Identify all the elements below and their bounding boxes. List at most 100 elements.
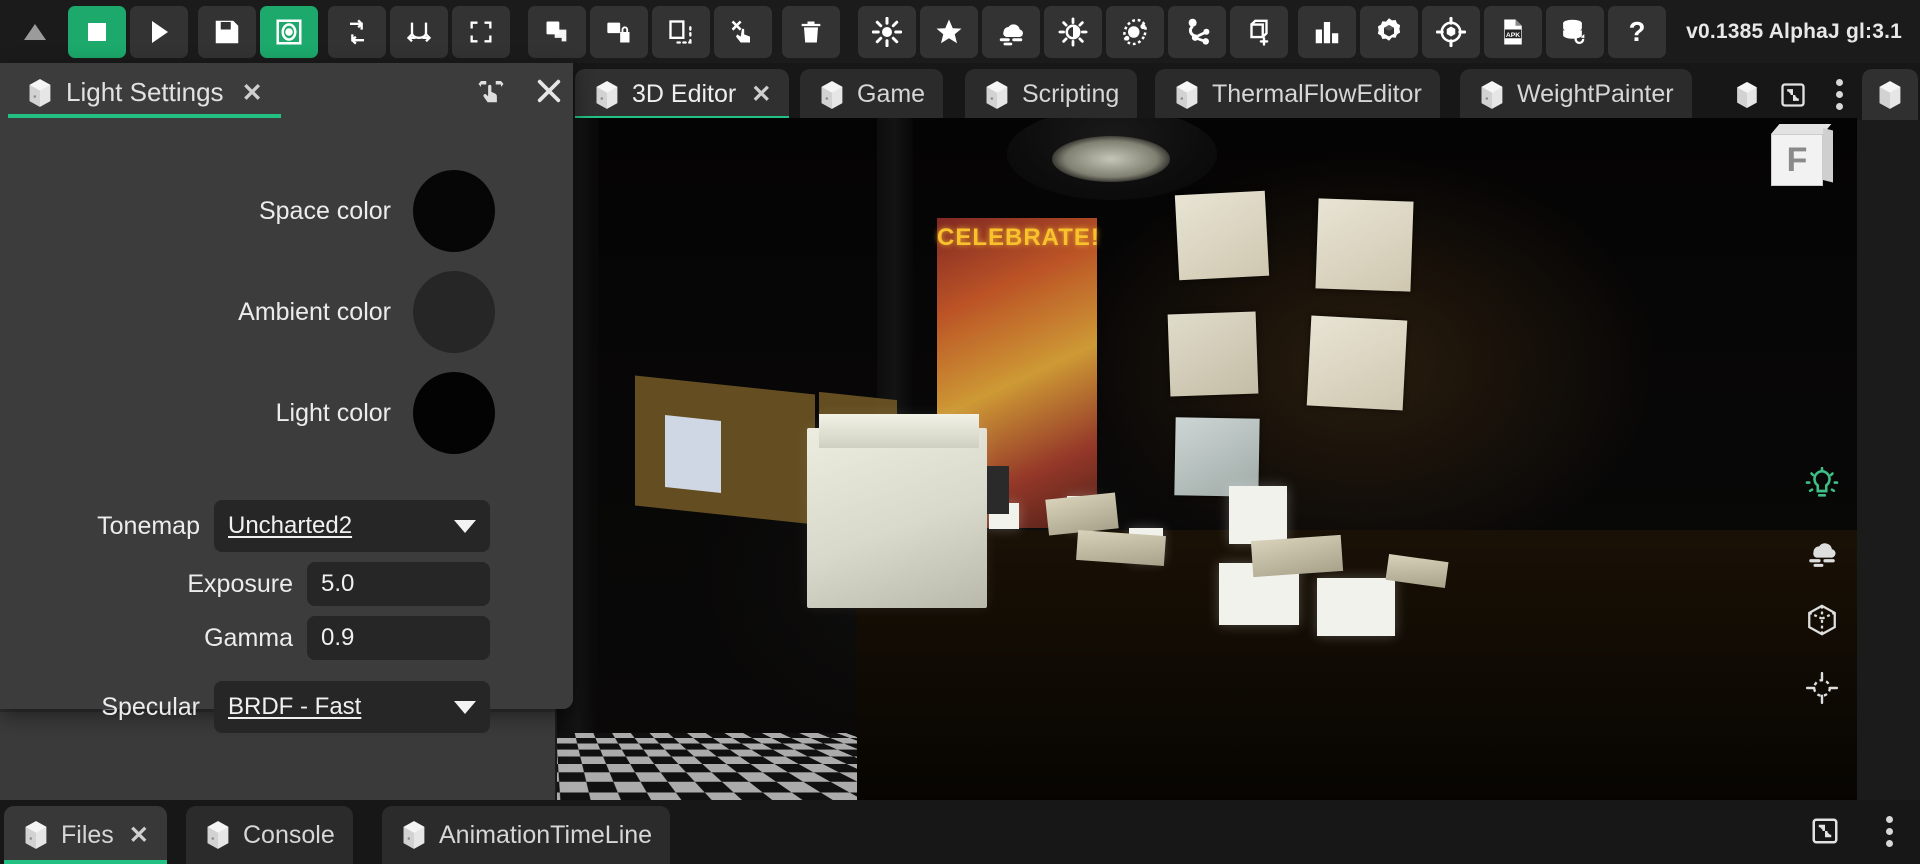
viewport-tool-strip xyxy=(1801,463,1843,709)
tonemap-value: Uncharted2 xyxy=(228,512,352,540)
bottom-tab-console[interactable]: Console xyxy=(186,806,353,864)
deselect-button[interactable] xyxy=(714,6,772,58)
lock-object-button[interactable] xyxy=(590,6,648,58)
3d-viewport[interactable]: CELEBRATE! xyxy=(557,118,1857,800)
dock-drag-handle[interactable] xyxy=(467,69,515,113)
chevron-down-icon xyxy=(454,520,476,533)
tab-label: Game xyxy=(857,80,925,109)
split-view-icon[interactable] xyxy=(1770,69,1816,120)
box-icon xyxy=(593,80,621,110)
row-label: Space color xyxy=(259,197,391,226)
export-apk-button[interactable]: APK xyxy=(1484,6,1542,58)
delete-button[interactable] xyxy=(782,6,840,58)
bottom-tab-animationtimeline[interactable]: AnimationTimeLine xyxy=(382,806,670,864)
tab-label: AnimationTimeLine xyxy=(439,821,652,850)
bottom-overflow-menu[interactable] xyxy=(1866,808,1912,854)
new-tab-box-icon[interactable] xyxy=(1724,69,1770,120)
tab-scripting[interactable]: Scripting xyxy=(965,69,1137,120)
specular-select[interactable]: BRDF - Fast xyxy=(214,681,490,733)
row-label: Exposure xyxy=(187,570,293,599)
reload-database-button[interactable] xyxy=(1546,6,1604,58)
row-label: Specular xyxy=(101,693,200,722)
row-label: Light color xyxy=(276,399,391,428)
duplicate-object-button[interactable] xyxy=(528,6,586,58)
exposure-input[interactable]: 5.0 xyxy=(307,562,490,606)
close-icon[interactable]: ✕ xyxy=(242,78,263,108)
light-settings-body: Space color Ambient color Light color To… xyxy=(0,118,573,709)
gamma-value: 0.9 xyxy=(321,624,354,652)
scale-object-button[interactable] xyxy=(452,6,510,58)
tab-label: Files xyxy=(61,821,114,850)
favorites-button[interactable] xyxy=(920,6,978,58)
tab-label: WeightPainter xyxy=(1517,80,1674,109)
statistics-button[interactable] xyxy=(1298,6,1356,58)
physics-joint-button[interactable] xyxy=(1168,6,1226,58)
tab-game[interactable]: Game xyxy=(800,69,943,120)
tab-label: Scripting xyxy=(1022,80,1119,109)
tonemap-select[interactable]: Uncharted2 xyxy=(214,500,490,552)
row-tonemap: Tonemap Uncharted2 xyxy=(0,500,573,552)
select-region-button[interactable] xyxy=(652,6,710,58)
target-settings-button[interactable] xyxy=(1422,6,1480,58)
brightness-button[interactable] xyxy=(1044,6,1102,58)
preview-button[interactable] xyxy=(260,6,318,58)
svg-text:?: ? xyxy=(1629,17,1646,47)
add-light-button[interactable] xyxy=(858,6,916,58)
tab-label: 3D Editor xyxy=(632,80,736,109)
tab-3d-editor[interactable]: 3D Editor ✕ xyxy=(575,69,789,120)
play-button[interactable] xyxy=(130,6,188,58)
view-orientation-cube[interactable]: F xyxy=(1771,128,1833,190)
row-ambient-color: Ambient color xyxy=(0,271,573,353)
collapse-toolbar-arrow[interactable] xyxy=(6,6,64,58)
editor-window: APK ? v0.1385 AlphaJ gl:3.1 xyxy=(0,0,1920,864)
row-gamma: Gamma 0.9 xyxy=(0,616,573,660)
light-settings-tabbar: Light Settings ✕ xyxy=(0,63,573,118)
orbit-particles-button[interactable] xyxy=(1106,6,1164,58)
box-icon xyxy=(983,80,1011,110)
row-specular: Specular BRDF - Fast xyxy=(0,681,573,733)
bottom-tab-files[interactable]: Files ✕ xyxy=(4,806,167,864)
panel-title: Light Settings xyxy=(66,77,224,108)
tab-bar-actions xyxy=(1724,69,1920,120)
tab-thermalfloweditor[interactable]: ThermalFlowEditor xyxy=(1155,69,1440,120)
version-label: v0.1385 AlphaJ gl:3.1 xyxy=(1686,20,1902,44)
save-button[interactable] xyxy=(198,6,256,58)
help-button[interactable]: ? xyxy=(1608,6,1666,58)
box-icon xyxy=(400,820,428,850)
panel-tab-light-settings[interactable]: Light Settings ✕ xyxy=(8,67,281,118)
viewport-wireframe-toggle[interactable] xyxy=(1801,599,1843,641)
project-settings-button[interactable] xyxy=(1360,6,1418,58)
box-icon xyxy=(818,80,846,110)
ambient-color-swatch[interactable] xyxy=(413,271,495,353)
viewport-lights-toggle[interactable] xyxy=(1801,463,1843,505)
add-mesh-button[interactable] xyxy=(1230,6,1288,58)
fog-button[interactable] xyxy=(982,6,1040,58)
row-label: Ambient color xyxy=(238,298,391,327)
main-toolbar: APK ? v0.1385 AlphaJ gl:3.1 xyxy=(0,0,1920,63)
tab-overflow-menu[interactable] xyxy=(1816,69,1862,120)
box-icon xyxy=(1173,80,1201,110)
move-object-button[interactable] xyxy=(328,6,386,58)
panel-close-button[interactable] xyxy=(525,69,573,113)
row-label: Tonemap xyxy=(97,512,200,541)
specular-value: BRDF - Fast xyxy=(228,693,361,721)
stop-button[interactable] xyxy=(68,6,126,58)
viewport-fog-toggle[interactable] xyxy=(1801,531,1843,573)
space-color-swatch[interactable] xyxy=(413,170,495,252)
tab-weightpainter[interactable]: WeightPainter xyxy=(1460,69,1692,120)
box-icon xyxy=(204,820,232,850)
kebab-menu-icon xyxy=(1836,79,1843,110)
light-color-swatch[interactable] xyxy=(413,372,495,454)
tab-label: ThermalFlowEditor xyxy=(1212,80,1422,109)
tab-overflow-end[interactable] xyxy=(1862,69,1918,120)
close-icon[interactable]: ✕ xyxy=(751,83,771,107)
split-view-icon[interactable] xyxy=(1802,808,1848,854)
exposure-value: 5.0 xyxy=(321,570,354,598)
box-icon xyxy=(22,820,50,850)
close-icon[interactable]: ✕ xyxy=(129,821,149,850)
kebab-menu-icon xyxy=(1886,816,1893,847)
viewport-gizmo-toggle[interactable] xyxy=(1801,667,1843,709)
rotate-object-button[interactable] xyxy=(390,6,448,58)
svg-text:APK: APK xyxy=(1506,31,1520,38)
gamma-input[interactable]: 0.9 xyxy=(307,616,490,660)
